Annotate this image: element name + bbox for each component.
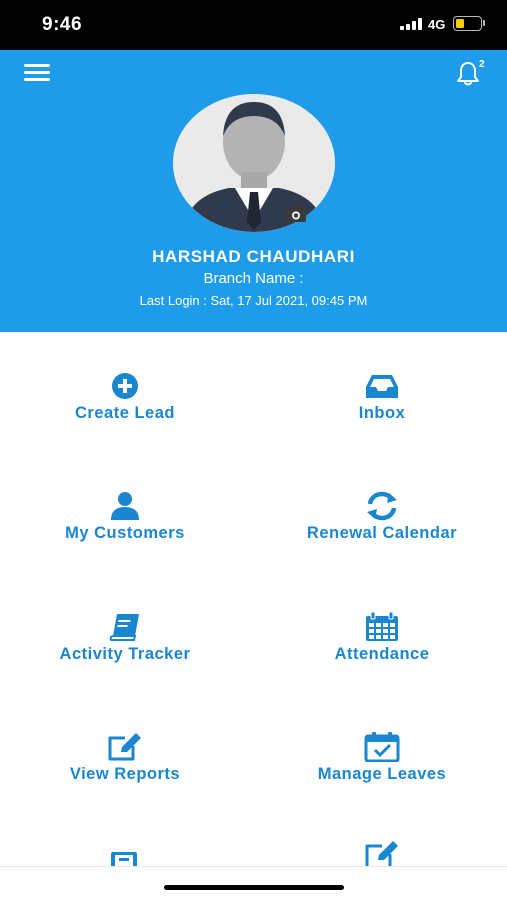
status-bar: 9:46 4G (0, 0, 507, 50)
menu-renewal-calendar[interactable]: Renewal Calendar (257, 491, 507, 571)
menu-label: Activity Tracker (59, 645, 191, 663)
report-icon (111, 852, 137, 866)
battery-tip (483, 20, 485, 26)
avatar[interactable] (173, 94, 335, 232)
profile-header: 2 HARSHAD CHAUDHARI Branch Name : Last L… (0, 50, 507, 332)
menu-attendance[interactable]: Attendance (257, 612, 507, 692)
book-icon (109, 614, 139, 641)
menu-inbox[interactable]: Inbox (257, 371, 507, 451)
home-indicator[interactable] (164, 885, 344, 890)
plus-circle-icon (112, 373, 138, 399)
inbox-tray-icon (366, 375, 398, 398)
notifications-button[interactable]: 2 (454, 58, 488, 88)
bell-icon (457, 62, 479, 86)
refresh-icon (367, 491, 397, 521)
user-icon (111, 492, 139, 520)
last-login: Last Login : Sat, 17 Jul 2021, 09:45 PM (139, 293, 368, 308)
menu-label: Manage Leaves (317, 765, 447, 783)
signal-icon (400, 18, 422, 30)
branch-name: Branch Name : (203, 270, 304, 287)
notification-badge: 2 (479, 59, 485, 70)
edit-icon (108, 733, 141, 761)
menu-label: Attendance (334, 645, 430, 663)
menu-my-customers[interactable]: My Customers (0, 491, 250, 571)
user-name: HARSHAD CHAUDHARI (152, 247, 355, 266)
hamburger-menu-icon[interactable] (24, 64, 50, 82)
camera-icon[interactable] (285, 205, 307, 223)
menu-label: Renewal Calendar (306, 524, 458, 542)
menu-create-lead[interactable]: Create Lead (0, 371, 250, 451)
menu-label: Create Lead (75, 404, 175, 422)
menu-activity-tracker[interactable]: Activity Tracker (0, 612, 250, 692)
menu-label: Inbox (358, 404, 406, 422)
menu-view-reports[interactable]: View Reports (0, 732, 250, 812)
menu-label: View Reports (69, 765, 181, 783)
menu-manage-leaves[interactable]: Manage Leaves (257, 732, 507, 812)
network-type: 4G (428, 17, 446, 32)
calendar-check-icon (364, 732, 400, 762)
menu-label: My Customers (65, 524, 185, 542)
status-time: 9:46 (42, 14, 83, 35)
battery-icon (453, 16, 482, 31)
edit-icon (365, 841, 398, 866)
calendar-icon (366, 612, 398, 641)
bottom-safe-area (0, 866, 507, 900)
